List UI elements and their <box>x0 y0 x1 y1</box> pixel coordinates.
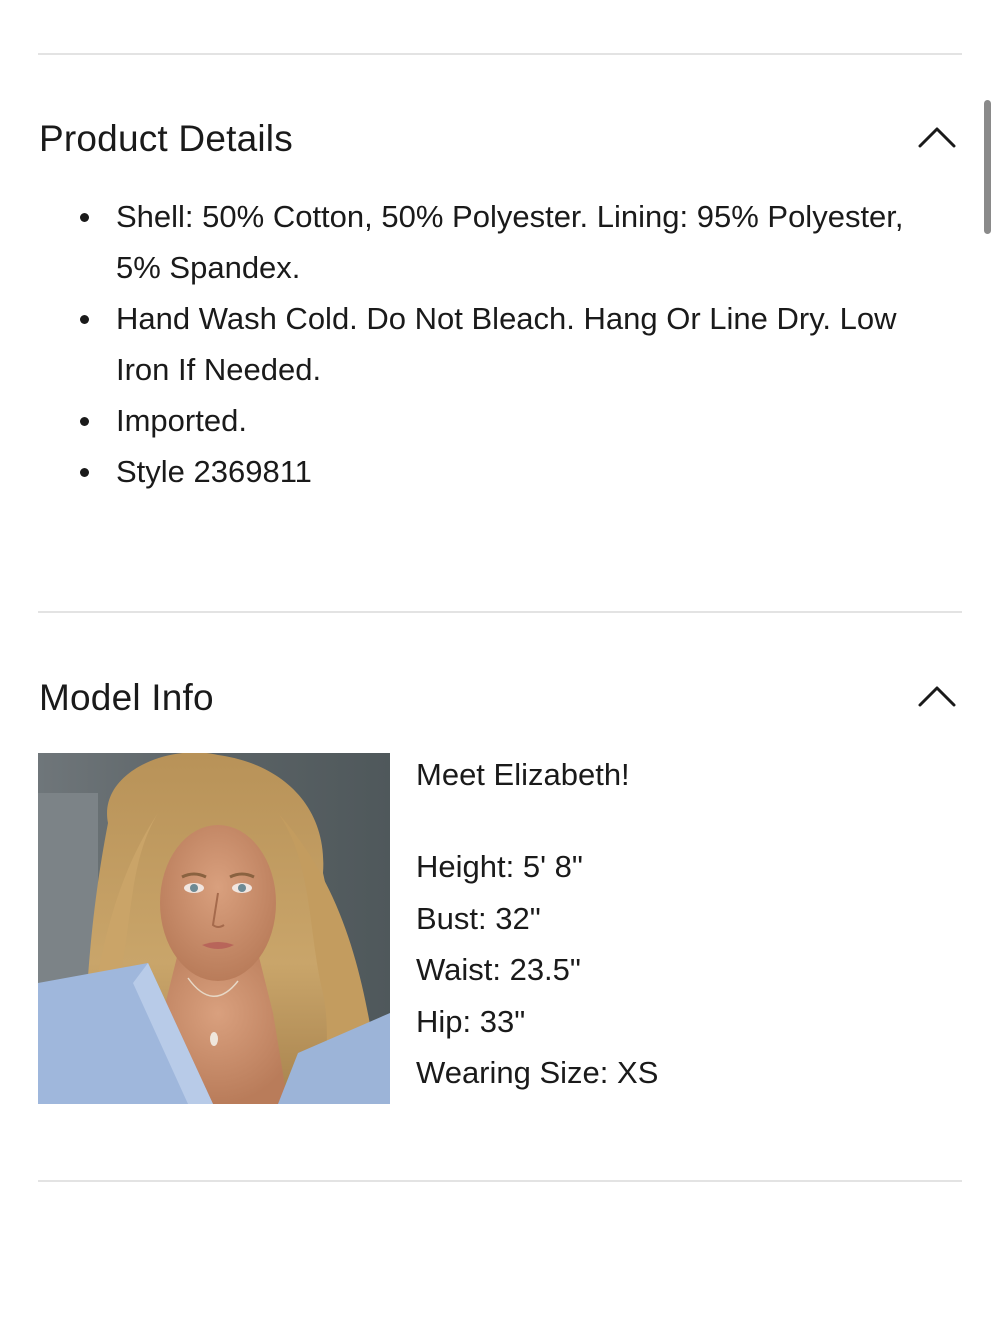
model-height: Height: 5' 8" <box>416 849 583 884</box>
model-info-toggle-button[interactable] <box>912 680 962 714</box>
section-divider <box>38 611 962 613</box>
list-item: Imported. <box>80 395 946 446</box>
chevron-up-icon <box>918 127 956 148</box>
chevron-up-icon <box>918 686 956 707</box>
top-divider <box>38 53 962 55</box>
bottom-divider <box>38 1180 962 1182</box>
list-item: Style 2369811 <box>80 446 946 497</box>
model-info-title: Model Info <box>39 677 214 718</box>
model-bust: Bust: 32" <box>416 900 541 936</box>
model-stats-list: Height: 5' 8" Bust: 32" Waist: 23.5" Hip… <box>416 841 658 1099</box>
scrollbar-thumb[interactable] <box>984 100 991 234</box>
product-details-list: Shell: 50% Cotton, 50% Polyester. Lining… <box>80 191 946 497</box>
model-waist: Waist: 23.5" <box>416 952 581 987</box>
model-intro-text: Meet Elizabeth! <box>416 757 630 792</box>
model-hip: Hip: 33" <box>416 1003 526 1039</box>
list-item: Hand Wash Cold. Do Not Bleach. Hang Or L… <box>80 293 946 395</box>
product-details-toggle-button[interactable] <box>912 121 962 155</box>
model-photo <box>38 753 390 1104</box>
model-wearing-size: Wearing Size: XS <box>416 1055 659 1090</box>
list-item: Shell: 50% Cotton, 50% Polyester. Lining… <box>80 191 946 293</box>
product-details-title: Product Details <box>39 118 293 159</box>
model-portrait-image <box>38 753 390 1104</box>
